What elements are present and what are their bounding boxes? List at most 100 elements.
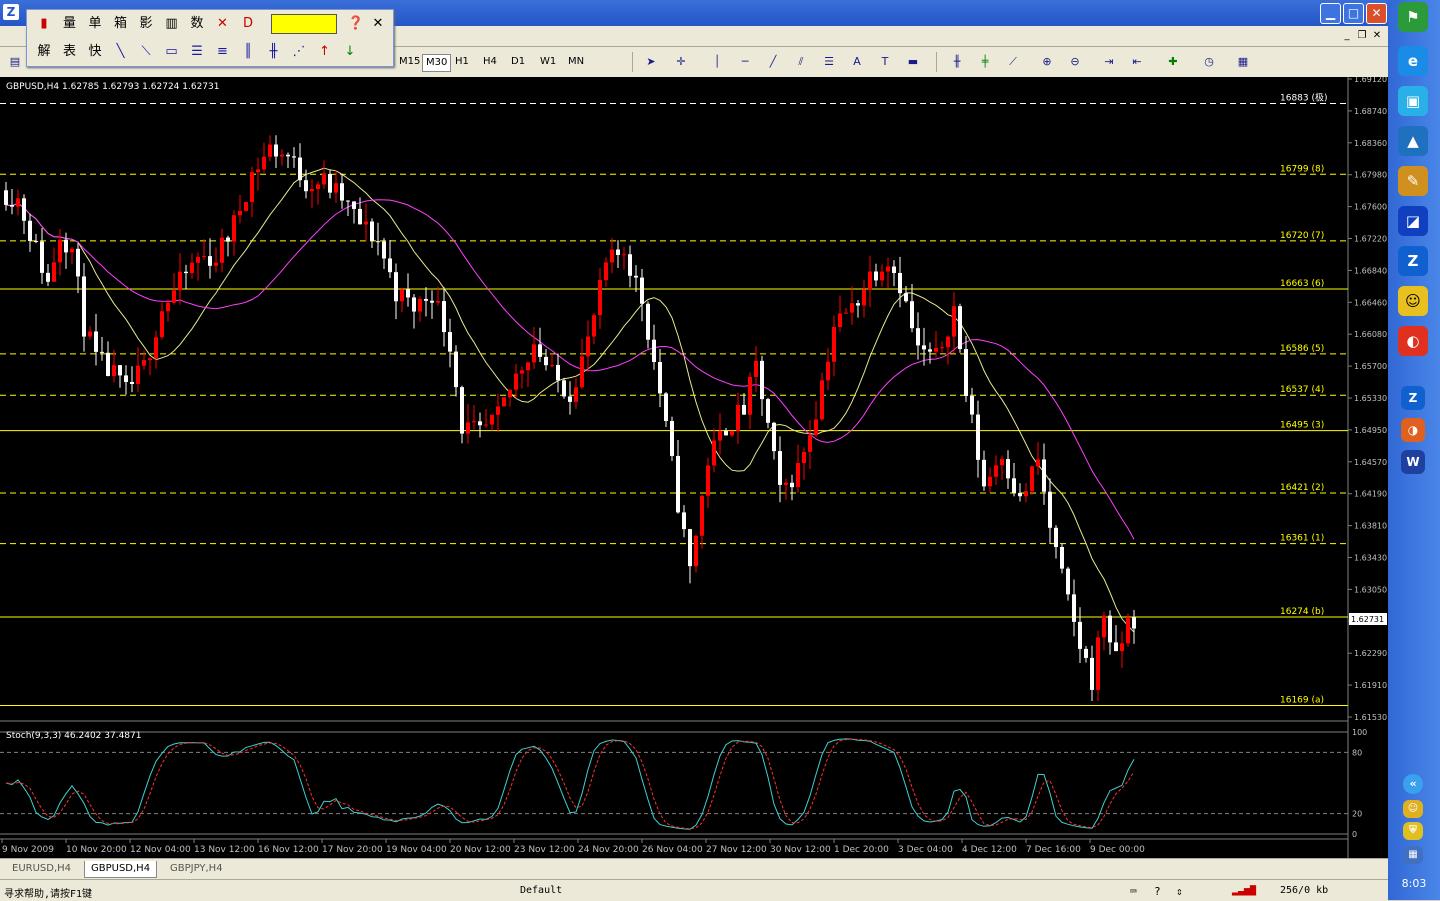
z-tray-icon[interactable]: Z xyxy=(1401,386,1425,410)
time-label: 20 Nov 12:00 xyxy=(450,845,511,855)
float-tool-5[interactable]: 数 xyxy=(186,13,208,35)
color-tray-icon[interactable]: ◑ xyxy=(1401,418,1425,442)
candle-body xyxy=(520,370,524,374)
chess-icon[interactable]: ◪ xyxy=(1398,206,1428,236)
qq-icon[interactable]: ☺ xyxy=(1398,286,1428,316)
float-close-icon[interactable]: ✕ xyxy=(367,13,389,35)
line-chart-icon[interactable]: ⟋ xyxy=(1004,54,1022,70)
expand-tray-icon[interactable]: « xyxy=(1403,774,1423,794)
media-icon[interactable]: ◐ xyxy=(1398,326,1428,356)
float-tool-3[interactable]: 箱 xyxy=(110,13,132,35)
chart-shift-icon[interactable]: ⇤ xyxy=(1128,54,1146,70)
candle-body xyxy=(670,421,674,456)
timeframe-w1[interactable]: W1 xyxy=(537,54,559,70)
color-picker[interactable] xyxy=(271,14,337,34)
candle-body xyxy=(100,351,104,353)
line-tool-icon[interactable]: ╲ xyxy=(110,41,132,63)
float-tool-2[interactable]: 单 xyxy=(84,13,106,35)
candle-body xyxy=(940,347,944,349)
keyboard-icon[interactable]: ⌨ xyxy=(1130,885,1137,898)
grid-tool-icon[interactable]: ▥ xyxy=(161,13,183,35)
scroll-icon[interactable]: ⇕ xyxy=(1176,885,1183,898)
timeframe-m30[interactable]: M30 xyxy=(422,54,452,72)
ie-browser-icon[interactable]: e xyxy=(1398,46,1428,76)
trendline-icon[interactable]: ╱ xyxy=(764,54,782,70)
minimize-button[interactable]: ▁ xyxy=(1320,3,1341,24)
chart-area[interactable]: 16883 (极) 16799 (8) 16720 (7) 16663 (6) 1658… xyxy=(0,77,1388,858)
candle-body xyxy=(844,312,848,314)
zoom-in-icon[interactable]: ⊕ xyxy=(1038,54,1056,70)
timeframe-d1[interactable]: D1 xyxy=(508,54,528,70)
bars2-tool-icon[interactable]: ╫ xyxy=(263,41,285,63)
arrow-up-tool-icon[interactable]: ↑ xyxy=(314,41,336,63)
candle-body xyxy=(532,344,536,363)
help-icon[interactable]: ❓ xyxy=(345,13,367,35)
auto-scroll-icon[interactable]: ⇥ xyxy=(1100,54,1118,70)
periods-icon[interactable]: ◷ xyxy=(1200,54,1218,70)
candle-body xyxy=(454,351,458,388)
z-app-icon[interactable]: Z xyxy=(1398,246,1428,276)
float-tool-6[interactable]: 解 xyxy=(33,41,55,63)
candlestick-chart-icon[interactable]: ╪ xyxy=(976,54,994,70)
bars-tool-icon[interactable]: ║ xyxy=(237,41,259,63)
fibonacci-icon[interactable]: ☰ xyxy=(820,54,838,70)
templates-icon[interactable]: ▦ xyxy=(1234,54,1252,70)
candle-body xyxy=(1000,459,1004,466)
shield-tray-icon[interactable]: ⛨ xyxy=(1403,822,1423,840)
candle-body xyxy=(274,144,278,157)
candle-body xyxy=(820,380,824,420)
rect-tool-icon[interactable]: ▭ xyxy=(161,41,183,63)
close-button[interactable]: ✕ xyxy=(1366,3,1387,24)
qq-tray-icon[interactable]: ☺ xyxy=(1403,800,1423,818)
mdi-close-button[interactable]: ✕ xyxy=(1370,29,1384,42)
tab-gbpusd[interactable]: GBPUSD,H4 xyxy=(84,861,158,878)
indicators-icon[interactable]: ✚ xyxy=(1164,54,1182,70)
double-line-tool-icon[interactable]: ⟍ xyxy=(135,41,157,63)
maximize-button[interactable]: □ xyxy=(1343,3,1364,24)
float-tool-1[interactable]: 量 xyxy=(59,13,81,35)
triangle-app-icon[interactable]: ▲ xyxy=(1398,126,1428,156)
float-tool-8[interactable]: 快 xyxy=(84,41,106,63)
mdi-restore-button[interactable]: ❐ xyxy=(1355,29,1369,42)
candle-body xyxy=(262,156,266,170)
timeframe-h1[interactable]: H1 xyxy=(452,54,472,70)
candle-body xyxy=(598,280,602,316)
candle-tool-icon[interactable]: ▮ xyxy=(33,13,55,35)
delete-tool-icon[interactable]: D xyxy=(237,13,259,35)
fan-tool-icon[interactable]: ⋰ xyxy=(288,41,310,63)
status-help-icon[interactable]: ? xyxy=(1154,885,1161,898)
candle-body xyxy=(196,256,200,263)
network-tray-icon[interactable]: ▦ xyxy=(1403,846,1423,864)
text-icon[interactable]: A xyxy=(848,54,866,70)
zoom-out-icon[interactable]: ⊖ xyxy=(1066,54,1084,70)
float-tool-7[interactable]: 表 xyxy=(59,41,81,63)
arrow-down-tool-icon[interactable]: ↓ xyxy=(339,41,361,63)
crosshair-icon[interactable]: ✛ xyxy=(672,54,690,70)
start-flag-icon[interactable]: ⚑ xyxy=(1398,2,1428,32)
channel-icon[interactable]: ⫽ xyxy=(792,54,810,70)
horizontal-line-icon[interactable]: ─ xyxy=(736,54,754,70)
tab-gbpjpy[interactable]: GBPJPY,H4 xyxy=(164,861,229,877)
cursor-icon[interactable]: ➤ xyxy=(642,54,660,70)
price-label: 1.68740 xyxy=(1354,107,1387,116)
stoch-header: Stoch(9,3,3) 46.2402 37.4871 xyxy=(6,731,141,741)
float-tool-4[interactable]: 影 xyxy=(135,13,157,35)
price-label: 1.67980 xyxy=(1354,171,1387,180)
mdi-minimize-button[interactable]: _ xyxy=(1340,29,1354,42)
tab-eurusd[interactable]: EURUSD,H4 xyxy=(6,861,77,877)
document-icon[interactable]: ▣ xyxy=(1398,86,1428,116)
word-tray-icon[interactable]: W xyxy=(1401,450,1425,474)
fibo2-tool-icon[interactable]: ≡ xyxy=(212,41,234,63)
cross-tool-icon[interactable]: ✕ xyxy=(212,13,234,35)
tools-icon[interactable]: ✎ xyxy=(1398,166,1428,196)
timeframe-h4[interactable]: H4 xyxy=(480,54,500,70)
new-chart-icon[interactable]: ▤ xyxy=(6,54,24,70)
bar-chart-icon[interactable]: ╫ xyxy=(948,54,966,70)
timeframe-mn[interactable]: MN xyxy=(565,54,587,70)
vertical-line-icon[interactable]: │ xyxy=(708,54,726,70)
fibo-tool-icon[interactable]: ☰ xyxy=(186,41,208,63)
text-label-icon[interactable]: T xyxy=(876,54,894,70)
arrow-label-icon[interactable]: ▬ xyxy=(904,54,922,70)
timeframe-m15[interactable]: M15 xyxy=(396,54,423,70)
price-label: 1.64190 xyxy=(1354,490,1387,499)
